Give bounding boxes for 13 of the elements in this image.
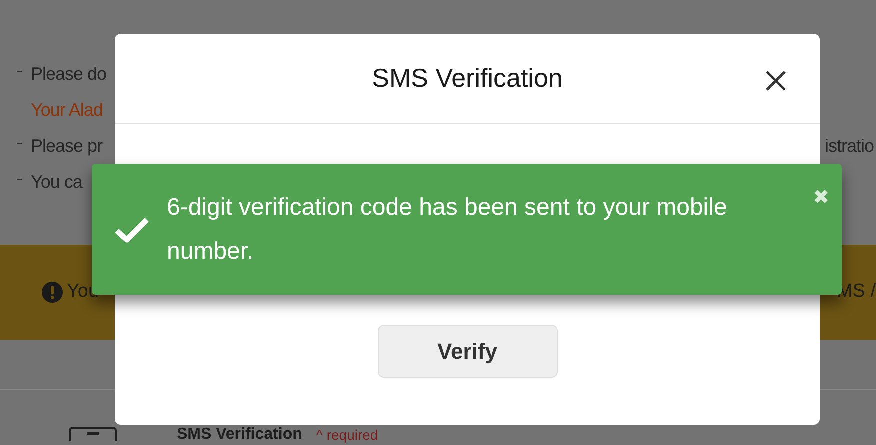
- warning-text: Your Alad: [31, 98, 103, 122]
- note-text: Please do: [31, 62, 107, 86]
- toast-message: 6-digit verification code has been sent to your mobile number.: [167, 193, 728, 267]
- check-icon: [114, 216, 150, 244]
- exclamation-icon: [42, 282, 63, 303]
- required-note: ^ required: [316, 428, 378, 442]
- note-text: You ca: [31, 170, 82, 194]
- note-text: istratio: [824, 134, 874, 158]
- note-text: Please pr: [31, 134, 103, 158]
- dialog-title: SMS Verification: [372, 62, 563, 95]
- close-icon[interactable]: [765, 70, 787, 92]
- verify-button[interactable]: Verify: [378, 325, 558, 378]
- section-title: SMS Verification: [177, 427, 302, 443]
